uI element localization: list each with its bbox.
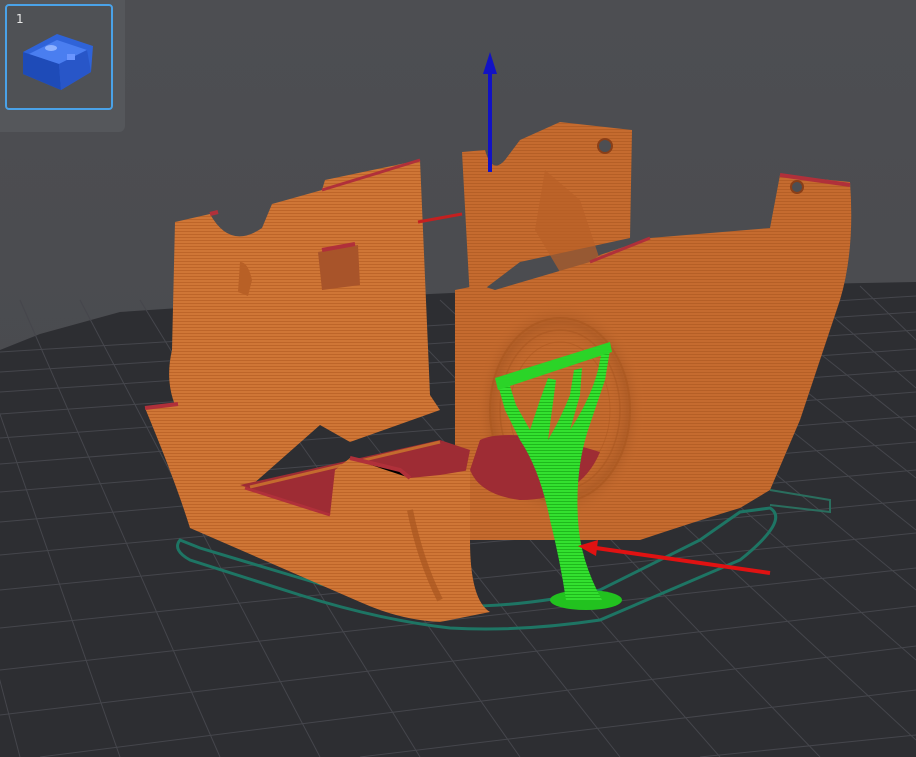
mount-hole [597,138,613,154]
plate-list-panel: 1 [0,0,125,132]
blue-enclosure-part-icon [23,34,93,90]
3d-viewport[interactable] [0,0,916,757]
